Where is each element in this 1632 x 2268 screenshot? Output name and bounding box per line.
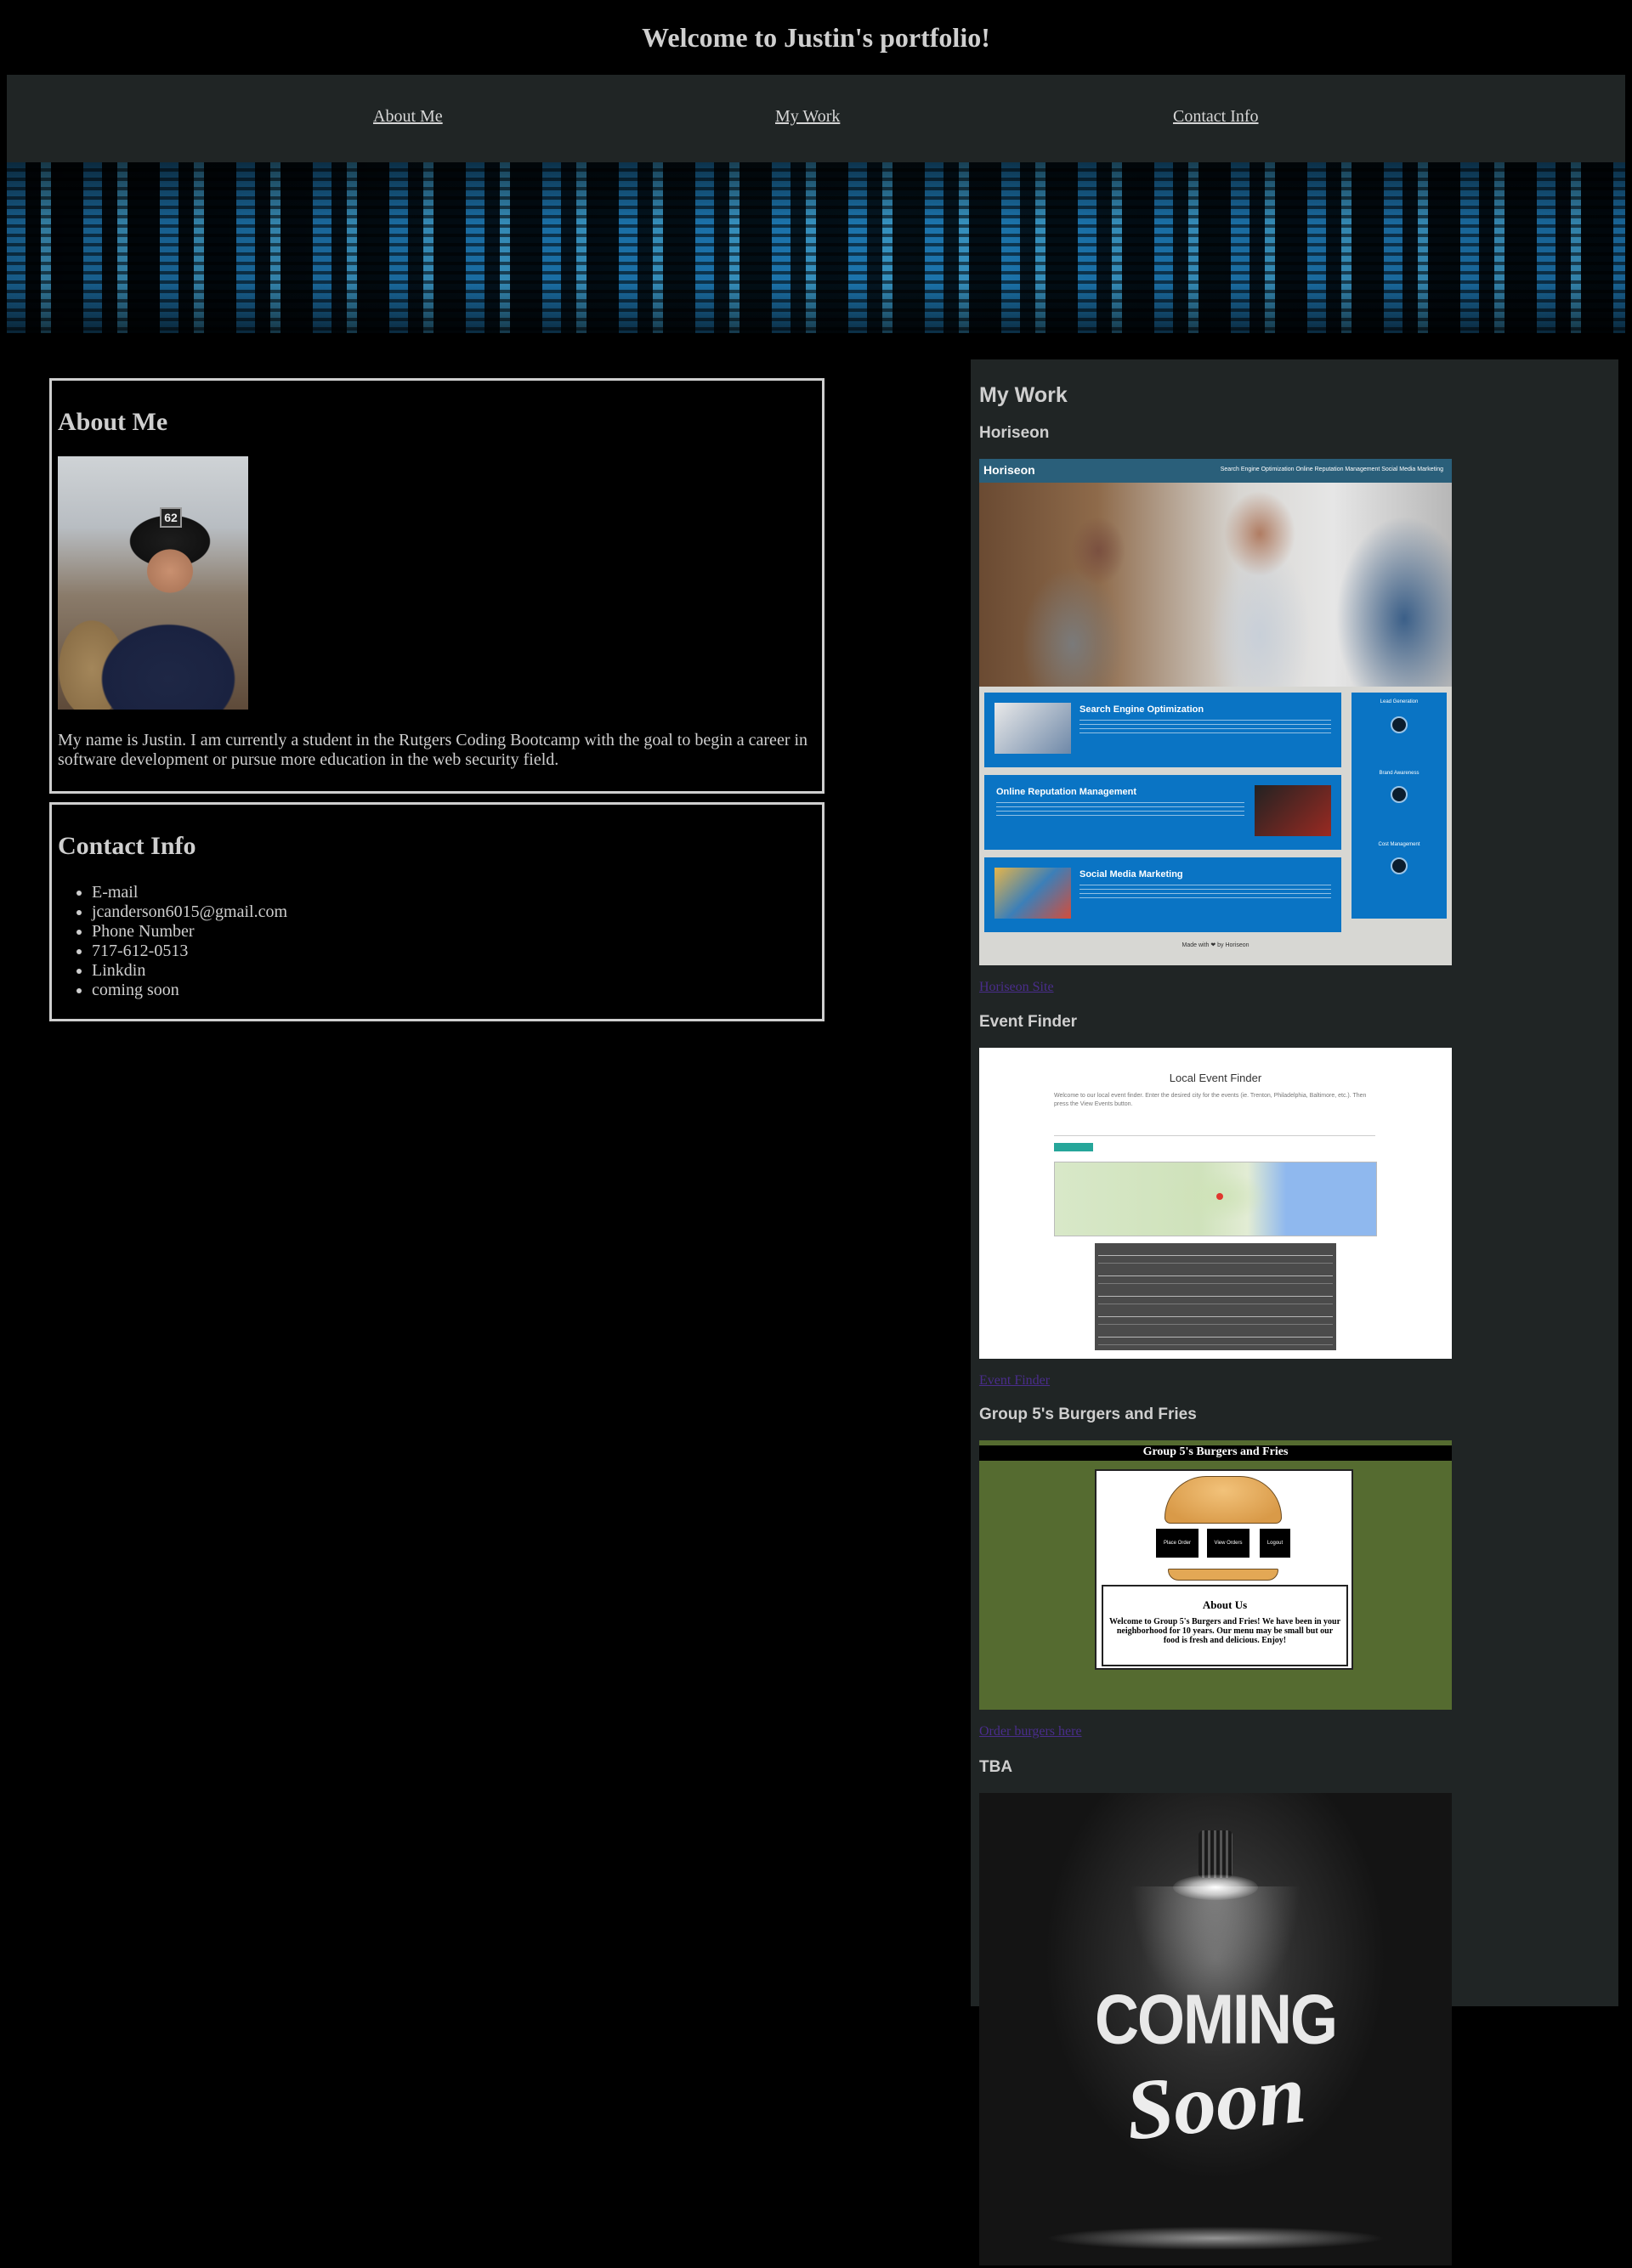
cost-management-icon [1391, 857, 1408, 874]
contact-info-section: Contact Info E-mail jcanderson6015@gmail… [49, 802, 824, 1021]
event-finder-mock-map [1054, 1162, 1377, 1236]
horiseon-mock-header: Horiseon Search Engine Optimization Onli… [979, 459, 1452, 483]
list-item [1098, 1328, 1333, 1345]
horiseon-mock-card-image [1255, 785, 1331, 836]
horiseon-mock-card-image [994, 868, 1071, 919]
nav-link-about-me[interactable]: About Me [373, 107, 443, 127]
horiseon-mock-hero-image [979, 483, 1452, 687]
page-title: Welcome to Justin's portfolio! [642, 21, 990, 53]
burgers-mock-about-title: About Us [1202, 1598, 1248, 1611]
contact-item-linkedin: coming soon [92, 981, 287, 1000]
horiseon-mock-card: Social Media Marketing [984, 857, 1341, 932]
horiseon-mock-card-title: Social Media Marketing [1080, 869, 1183, 879]
main-nav: About Me My Work Contact Info [7, 75, 1625, 162]
contact-list: E-mail jcanderson6015@gmail.com Phone Nu… [58, 883, 287, 1000]
burgers-mock-logout: Logout [1260, 1529, 1290, 1558]
contact-item-linkedin-label: Linkdin [92, 961, 287, 981]
horiseon-mock-footer: Made with ❤ by Horiseon [1182, 942, 1250, 948]
event-finder-mock-button [1054, 1143, 1093, 1151]
about-me-heading: About Me [58, 408, 168, 436]
list-item [1098, 1267, 1333, 1284]
project-title-burgers: Group 5's Burgers and Fries [979, 1405, 1197, 1423]
horiseon-mock-nav: Search Engine Optimization Online Reputa… [1220, 467, 1443, 472]
my-work-section: My Work Horiseon Horiseon Search Engine … [971, 359, 1618, 2265]
burgers-mock-view-orders: View Orders [1207, 1529, 1250, 1558]
horiseon-mock-side-title: Brand Awareness [1379, 771, 1420, 776]
project-title-tba: TBA [979, 1758, 1013, 1776]
profile-photo: 62 [58, 456, 248, 710]
event-finder-mock-results [1095, 1243, 1336, 1350]
contact-info-heading: Contact Info [58, 832, 196, 860]
burgers-screenshot[interactable]: Group 5's Burgers and Fries Place Order … [979, 1440, 1452, 1710]
horiseon-mock-card-text [996, 802, 1244, 819]
horiseon-screenshot[interactable]: Horiseon Search Engine Optimization Onli… [979, 459, 1452, 965]
contact-item-email-label: E-mail [92, 883, 287, 902]
contact-item-phone: 717-612-0513 [92, 942, 287, 961]
map-pin-icon [1216, 1193, 1223, 1200]
horiseon-mock-card-text [1080, 720, 1331, 737]
lead-generation-icon [1391, 716, 1408, 733]
horiseon-mock-side-title: Lead Generation [1380, 699, 1419, 704]
event-finder-mock-input [1054, 1117, 1375, 1136]
about-me-text: My name is Justin. I am currently a stud… [58, 731, 808, 769]
event-finder-screenshot[interactable]: Local Event Finder Welcome to our local … [979, 1048, 1452, 1359]
brand-awareness-icon [1391, 786, 1408, 803]
my-work-heading: My Work [979, 383, 1068, 407]
horiseon-mock-card-image [994, 703, 1071, 754]
list-item [1098, 1308, 1333, 1325]
list-item [1098, 1247, 1333, 1264]
list-item [1098, 1287, 1333, 1304]
project-title-event-finder: Event Finder [979, 1013, 1078, 1031]
horiseon-mock-logo: Horiseon [983, 463, 1035, 477]
page-header: Welcome to Justin's portfolio! [0, 0, 1632, 75]
burger-bun-bottom-icon [1168, 1569, 1278, 1581]
helmet-number: 62 [160, 507, 182, 528]
horiseon-mock-card-title: Search Engine Optimization [1080, 704, 1204, 715]
event-finder-link[interactable]: Event Finder [979, 1373, 1050, 1389]
burgers-mock-content: Place Order View Orders Logout About Us … [1095, 1469, 1353, 1670]
horiseon-site-link[interactable]: Horiseon Site [979, 980, 1054, 995]
horiseon-mock-side-title: Cost Management [1378, 842, 1420, 847]
coming-soon-image: COMING Soon [979, 1793, 1452, 2265]
horiseon-mock-card-text [1080, 885, 1331, 902]
horiseon-mock-card-title: Online Reputation Management [996, 787, 1137, 797]
burgers-mock-about-text: Welcome to Group 5's Burgers and Fries! … [1108, 1617, 1341, 1645]
horiseon-mock-card: Online Reputation Management [984, 775, 1341, 850]
light-bulb-icon [1198, 1830, 1232, 1878]
nav-link-my-work[interactable]: My Work [775, 107, 840, 127]
horiseon-mock-sidebar: Lead Generation Brand Awareness Cost Man… [1352, 693, 1447, 919]
light-glow [1173, 1875, 1258, 1900]
nav-link-contact-info[interactable]: Contact Info [1173, 107, 1259, 127]
order-burgers-link[interactable]: Order burgers here [979, 1724, 1082, 1739]
hero-banner-image [7, 162, 1625, 333]
event-finder-mock-title: Local Event Finder [1169, 1072, 1262, 1084]
event-finder-mock-description: Welcome to our local event finder. Enter… [1054, 1093, 1367, 1107]
about-me-section: About Me 62 My name is Justin. I am curr… [49, 378, 824, 794]
contact-item-email: jcanderson6015@gmail.com [92, 902, 287, 922]
project-title-horiseon: Horiseon [979, 424, 1050, 442]
horiseon-mock-card: Search Engine Optimization [984, 693, 1341, 767]
contact-item-phone-label: Phone Number [92, 922, 287, 942]
burgers-mock-place-order: Place Order [1156, 1529, 1198, 1558]
burgers-mock-about: About Us Welcome to Group 5's Burgers an… [1102, 1585, 1348, 1666]
burger-bun-icon [1164, 1476, 1282, 1524]
spotlight-floor [1046, 2226, 1386, 2250]
burgers-mock-title: Group 5's Burgers and Fries [1142, 1445, 1289, 1458]
